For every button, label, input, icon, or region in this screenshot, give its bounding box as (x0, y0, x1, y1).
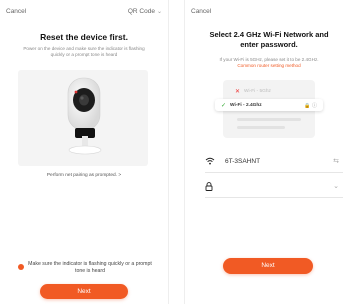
confirm-text: Make sure the indicator is flashing quic… (28, 261, 152, 274)
top-bar: Cancel QR Code ⌄ (6, 4, 162, 18)
cancel-button[interactable]: Cancel (6, 8, 26, 15)
check-icon: ✓ (221, 102, 227, 109)
title-line-2: enter password. (240, 40, 298, 49)
switch-network-icon[interactable]: ⇆ (333, 157, 339, 165)
router-setting-link[interactable]: Common router setting method (191, 63, 347, 69)
next-button[interactable]: Next (223, 258, 313, 274)
password-field[interactable]: ⌄ (205, 180, 339, 192)
confirm-checkbox[interactable] (18, 264, 24, 270)
wifi-band-illustration: ✕ Wi-Fi - 5Ghz ✓ Wi-Fi - 2.4Ghz 🔒 ⓘ (215, 80, 323, 138)
ssid-field[interactable]: 6T-3SAHNT ⇆ (205, 155, 339, 167)
mode-label: QR Code (127, 8, 155, 15)
show-password-icon[interactable]: ⌄ (333, 182, 339, 190)
page-title: Reset the device first. (40, 32, 128, 42)
wifi-icon (205, 157, 215, 165)
mode-switch-button[interactable]: QR Code ⌄ (128, 8, 162, 15)
lock-wifi-info-icons: 🔒 ⓘ (304, 102, 317, 109)
camera-illustration (18, 70, 148, 166)
pairing-help-link[interactable]: Perform net pairing as prompted. > (8, 173, 160, 179)
chevron-down-icon: ⌄ (156, 9, 162, 15)
divider (205, 197, 343, 198)
reset-device-screen: Cancel QR Code ⌄ Reset the device first.… (0, 0, 169, 304)
camera-icon (67, 77, 102, 155)
wifi-select-screen: Cancel Select 2.4 GHz Wi-Fi Network and … (184, 0, 352, 304)
next-button[interactable]: Next (40, 284, 128, 299)
lock-icon (205, 181, 213, 191)
title-line-1: Select 2.4 GHz Wi-Fi Network and (209, 30, 329, 39)
ssid-value: 6T-3SAHNT (225, 157, 261, 165)
wifi-5g-option: ✕ Wi-Fi - 5Ghz (235, 89, 271, 95)
cancel-button[interactable]: Cancel (191, 8, 211, 15)
divider (205, 172, 343, 173)
cross-icon: ✕ (235, 89, 241, 95)
wifi-24g-option: ✓ Wi-Fi - 2.4Ghz 🔒 ⓘ (215, 99, 323, 111)
instruction-text: Power on the device and make sure the in… (23, 46, 145, 57)
page-title: Select 2.4 GHz Wi-Fi Network and enter p… (185, 30, 352, 50)
top-bar: Cancel (191, 4, 347, 18)
